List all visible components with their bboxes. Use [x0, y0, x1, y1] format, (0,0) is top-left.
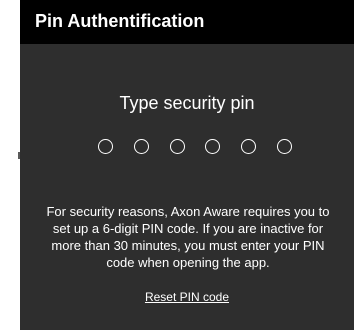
security-info-text: For security reasons, Axon Aware require… [22, 203, 354, 271]
pin-digit-2[interactable] [133, 139, 149, 154]
info-line: set up a 6-digit PIN code. If you are in… [52, 221, 324, 236]
pin-digit-4[interactable] [205, 139, 221, 154]
info-line: code when opening the app. [106, 255, 270, 270]
reset-pin-link[interactable]: Reset PIN code [145, 290, 229, 304]
pin-digit-1[interactable] [98, 139, 113, 154]
info-line: For security reasons, Axon Aware require… [46, 204, 330, 219]
dialog-title: Pin Authentification [35, 11, 205, 31]
pin-prompt: Type security pin [119, 93, 255, 113]
pin-input[interactable] [98, 137, 292, 157]
info-line: more than 30 minutes, you must enter you… [51, 238, 325, 253]
pin-digit-3[interactable] [169, 139, 185, 154]
pin-digit-5[interactable] [241, 139, 257, 154]
pin-digit-6[interactable] [276, 139, 292, 154]
reset-pin-container: Reset PIN code [20, 290, 354, 304]
screen: Pin Authentification Type security pin F… [0, 0, 354, 330]
dialog-header: Pin Authentification [20, 0, 354, 44]
pin-authentication-dialog: Pin Authentification Type security pin F… [20, 0, 354, 330]
